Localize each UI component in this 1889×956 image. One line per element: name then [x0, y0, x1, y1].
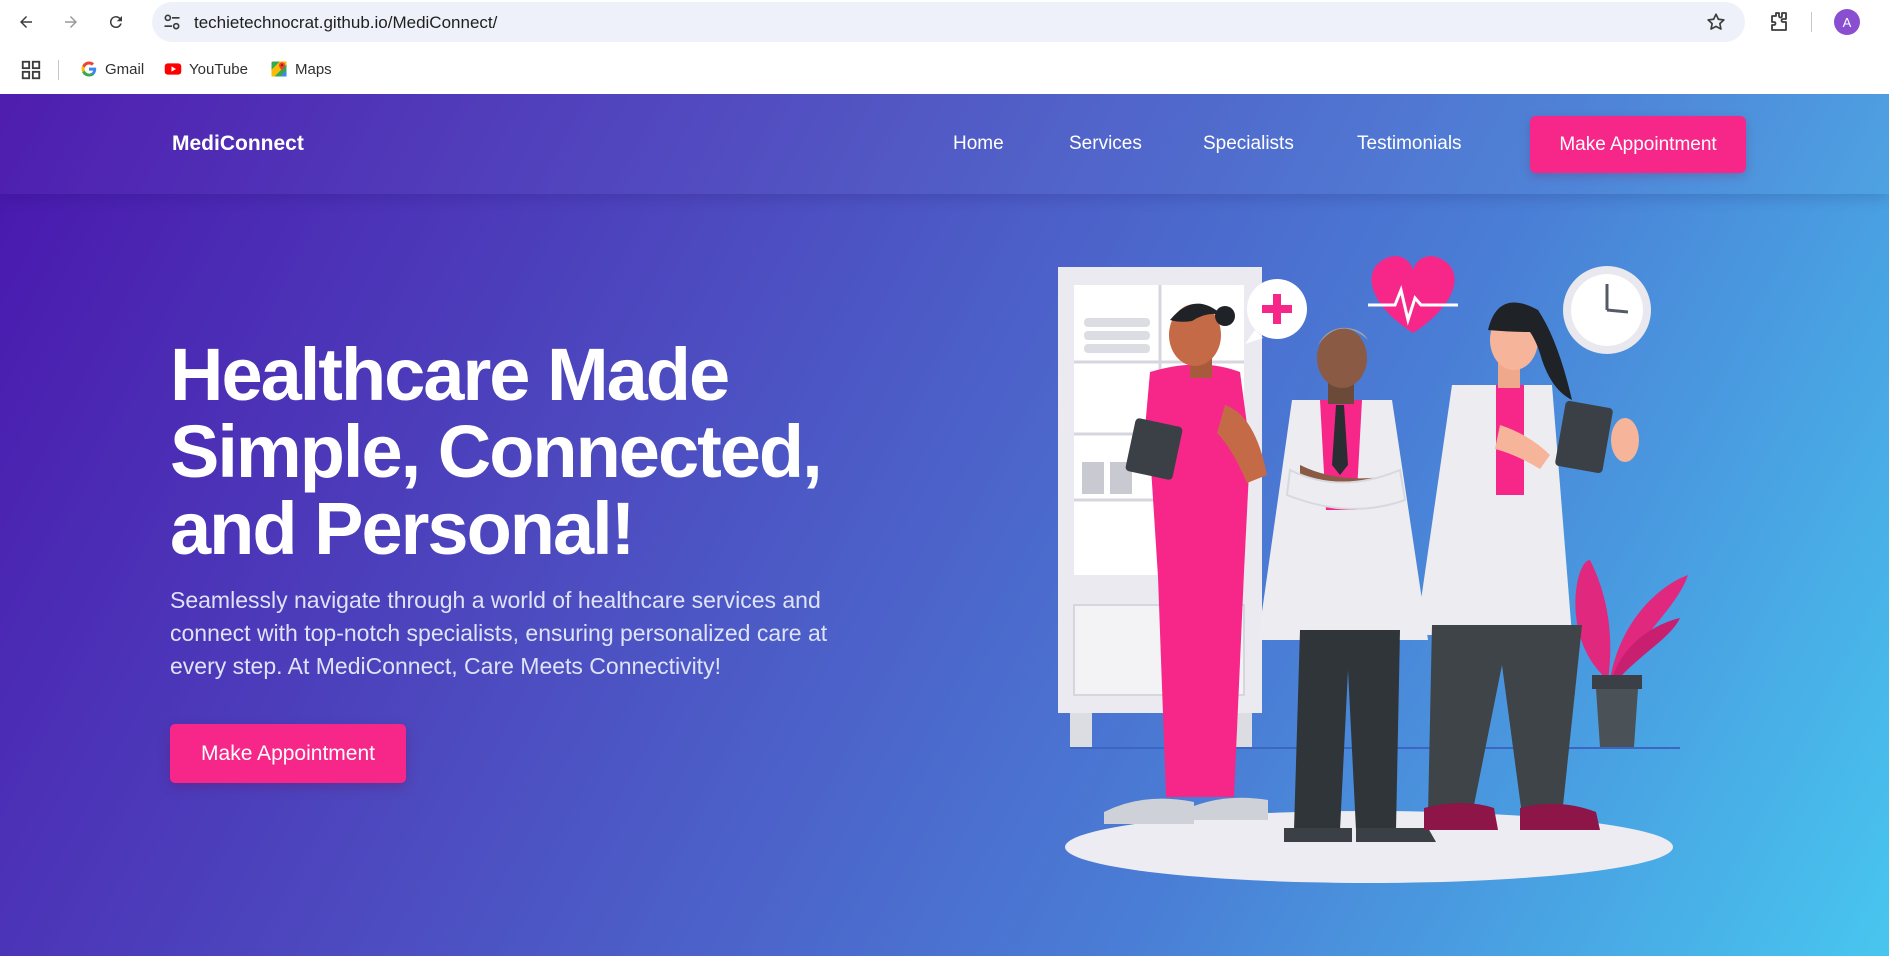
bookmark-youtube[interactable]: YouTube	[164, 58, 248, 80]
apps-grid-icon[interactable]	[20, 59, 42, 81]
doctor-male-figure	[1258, 327, 1436, 842]
bookmark-youtube-label: YouTube	[189, 60, 248, 78]
nav-services[interactable]: Services	[1069, 133, 1142, 155]
gmail-icon	[81, 61, 97, 77]
bookmark-gmail[interactable]: Gmail	[80, 58, 144, 80]
bookmark-maps-label: Maps	[295, 60, 332, 78]
site-navbar: MediConnect Home Services Specialists Te…	[0, 94, 1889, 194]
heart-pulse-icon	[1368, 256, 1458, 333]
extensions-icon[interactable]	[1767, 10, 1791, 34]
bookmark-star-icon[interactable]	[1705, 11, 1727, 33]
address-bar[interactable]: techietechnocrat.github.io/MediConnect/	[152, 2, 1745, 42]
profile-avatar[interactable]: A	[1834, 9, 1860, 35]
back-button[interactable]	[10, 6, 42, 38]
nav-specialists[interactable]: Specialists	[1203, 133, 1294, 155]
bookmark-maps[interactable]: Maps	[270, 58, 332, 80]
doctors-team-illustration	[1058, 256, 1688, 883]
hero-subtitle-line: every step. At MediConnect, Care Meets C…	[170, 653, 721, 679]
plant	[1575, 560, 1688, 747]
forward-button[interactable]	[55, 6, 87, 38]
hero-title-line: Simple, Connected,	[170, 410, 823, 493]
bookmarks-bar: Gmail YouTube Maps	[0, 50, 1889, 88]
hero-subtitle-line: Seamlessly navigate through a world of h…	[170, 587, 821, 613]
bookmark-gmail-label: Gmail	[105, 60, 145, 78]
clock-icon	[1563, 266, 1651, 354]
arrow-left-icon	[20, 16, 32, 28]
page-viewport: MediConnect Home Services Specialists Te…	[0, 94, 1889, 956]
tune-icon	[164, 14, 180, 30]
hero-make-appointment-button[interactable]: Make Appointment	[170, 724, 406, 783]
hero-subtitle: Seamlessly navigate through a world of h…	[170, 584, 910, 683]
hero-title-line: Healthcare Made	[170, 333, 730, 416]
hero-title: Healthcare Made Simple, Connected, and P…	[170, 336, 930, 567]
arrow-right-icon	[65, 16, 77, 28]
site-logo[interactable]: MediConnect	[172, 132, 304, 156]
browser-chrome: techietechnocrat.github.io/MediConnect/ …	[0, 0, 1889, 94]
site-info-button[interactable]	[160, 10, 184, 34]
url-text[interactable]: techietechnocrat.github.io/MediConnect/	[194, 13, 497, 33]
nav-testimonials[interactable]: Testimonials	[1357, 133, 1462, 155]
hero-subtitle-line: connect with top-notch specialists, ensu…	[170, 620, 828, 646]
reload-icon	[109, 16, 122, 29]
doctor-female-figure	[1416, 302, 1639, 830]
hero-title-line: and Personal!	[170, 487, 635, 570]
reload-button[interactable]	[100, 6, 132, 38]
youtube-icon	[164, 63, 182, 75]
toolbar-divider	[1811, 12, 1812, 32]
nav-make-appointment-button[interactable]: Make Appointment	[1530, 116, 1746, 173]
maps-icon	[271, 61, 287, 77]
browser-toolbar: techietechnocrat.github.io/MediConnect/ …	[0, 0, 1889, 44]
nav-home[interactable]: Home	[953, 133, 1004, 155]
bookmarks-divider	[58, 60, 59, 80]
